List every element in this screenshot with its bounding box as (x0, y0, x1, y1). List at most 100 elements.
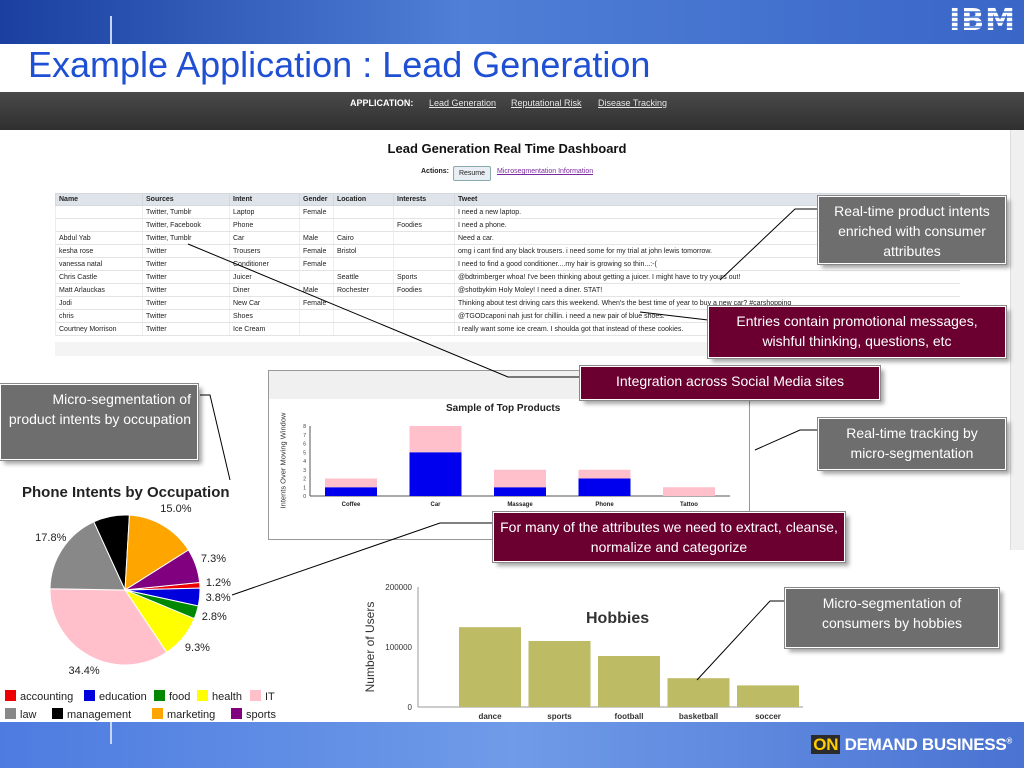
pie-chart-title: Phone Intents by Occupation (22, 484, 230, 501)
column-header[interactable]: Location (333, 193, 394, 206)
table-cell (333, 296, 394, 310)
table-cell: Twitter (142, 257, 230, 271)
table-cell: Seattle (333, 270, 394, 284)
table-cell (393, 231, 455, 245)
table-cell: Matt Arlauckas (55, 283, 143, 297)
table-cell (333, 322, 394, 336)
table-cell: Bristol (333, 244, 394, 258)
legend-label: food (169, 691, 191, 703)
pie-value-label: 15.0% (160, 502, 192, 515)
hobbies-chart-ylabel: Number of Users (363, 601, 377, 693)
table-cell: Courtney Morrison (55, 322, 143, 336)
table-cell: vanessa natal (55, 257, 143, 271)
legend-item: health (197, 690, 242, 703)
table-cell: Sports (393, 270, 455, 284)
table-cell: Twitter, Tumblr (142, 231, 230, 245)
x-tick-label: Phone (595, 502, 614, 508)
table-cell: Twitter (142, 244, 230, 258)
column-header[interactable]: Name (55, 193, 143, 206)
table-row[interactable]: Matt Arlauckas Twitter Diner Male Rochester F… (55, 283, 960, 297)
table-cell: Abdul Yab (55, 231, 143, 245)
nav-link-lead-generation[interactable]: Lead Generation (429, 98, 496, 108)
connector-line (200, 394, 231, 481)
legend-label: education (99, 691, 147, 703)
legend-item: marketing (152, 708, 215, 721)
y-tick-label: 1 (303, 485, 306, 491)
table-cell: @shotbykim Holy Moley! I need a diner. S… (454, 283, 960, 297)
table-row[interactable]: Chris Castle Twitter Juicer Seattle Sports @b… (55, 270, 960, 284)
table-cell: Chris Castle (55, 270, 143, 284)
table-cell: Female (299, 296, 334, 310)
bar (667, 678, 730, 707)
column-header[interactable]: Interests (393, 193, 455, 206)
x-tick-label: basketball (679, 712, 718, 721)
ibm-logo: IBM (949, 3, 1016, 38)
callout-realtime-tracking: Real-time tracking by micro-segmentation (817, 417, 1007, 471)
legend-item: law (5, 708, 37, 721)
y-tick-label: 100000 (385, 643, 412, 652)
bar-segment (409, 452, 462, 496)
bar-segment (325, 487, 377, 496)
table-cell: Rochester (333, 283, 394, 297)
table-cell (299, 322, 334, 336)
actions-label: Actions: (421, 168, 449, 175)
legend-item: accounting (5, 690, 73, 703)
microsegmentation-info-link[interactable]: Microsegmentation Information (497, 168, 593, 175)
y-tick-label: 0 (408, 703, 413, 712)
callout-attributes: For many of the attributes we need to ex… (492, 511, 846, 563)
table-cell (333, 309, 394, 323)
table-cell: Twitter, Tumblr (142, 205, 230, 219)
legend-swatch (250, 690, 261, 701)
legend-item: management (52, 708, 131, 721)
y-tick-label: 0 (303, 494, 306, 500)
top-banner (0, 0, 1024, 44)
bar (598, 656, 660, 707)
bar-segment (325, 478, 377, 488)
application-label: APPLICATION: (350, 98, 414, 108)
table-cell (55, 205, 143, 219)
legend-label: law (20, 709, 37, 721)
bar-segment (494, 469, 546, 488)
table-cell: chris (55, 309, 143, 323)
pie-value-label: 9.3% (184, 641, 210, 654)
table-cell: Cairo (333, 231, 394, 245)
table-cell (393, 322, 455, 336)
logo-on: ON (811, 735, 841, 754)
y-tick-label: 4 (303, 459, 306, 465)
y-tick-label: 3 (303, 468, 306, 474)
callout-integration: Integration across Social Media sites (579, 365, 881, 401)
table-cell: Ice Cream (229, 322, 300, 336)
pie-value-label: 7.3% (200, 552, 226, 565)
x-tick-label: dance (478, 712, 502, 721)
table-cell: Male (299, 283, 334, 297)
callout-realtime-intents: Real-time product intents enriched with … (817, 195, 1007, 265)
bar (459, 627, 521, 707)
vertical-scrollbar[interactable] (1010, 130, 1024, 550)
pie-value-label: 17.8% (35, 532, 67, 545)
pie-value-label: 34.4% (68, 664, 100, 677)
nav-link-reputational-risk[interactable]: Reputational Risk (511, 98, 582, 108)
table-cell (299, 309, 334, 323)
table-cell (333, 205, 394, 219)
x-tick-label: sports (547, 712, 572, 721)
legend-item: food (154, 690, 190, 703)
table-cell: Twitter (142, 322, 230, 336)
nav-link-disease-tracking[interactable]: Disease Tracking (598, 98, 667, 108)
column-header[interactable]: Gender (299, 193, 334, 206)
column-header[interactable]: Sources (142, 193, 230, 206)
dashboard-title: Lead Generation Real Time Dashboard (387, 141, 627, 156)
bar-segment (409, 426, 462, 453)
legend-label: sports (246, 709, 276, 721)
column-header[interactable]: Intent (229, 193, 300, 206)
bar (737, 685, 799, 707)
legend-swatch (84, 690, 95, 701)
resume-button[interactable]: Resume (453, 166, 491, 181)
bar-segment (578, 469, 631, 479)
pie-value-label: 1.2% (205, 577, 231, 590)
legend-label: accounting (20, 691, 74, 703)
hobbies-chart: 0 100000 200000 dance sports football basketba… (385, 583, 803, 721)
table-cell (393, 296, 455, 310)
legend-label: IT (265, 691, 275, 703)
y-tick-label: 2 (303, 477, 306, 483)
x-tick-label: soccer (755, 712, 781, 721)
